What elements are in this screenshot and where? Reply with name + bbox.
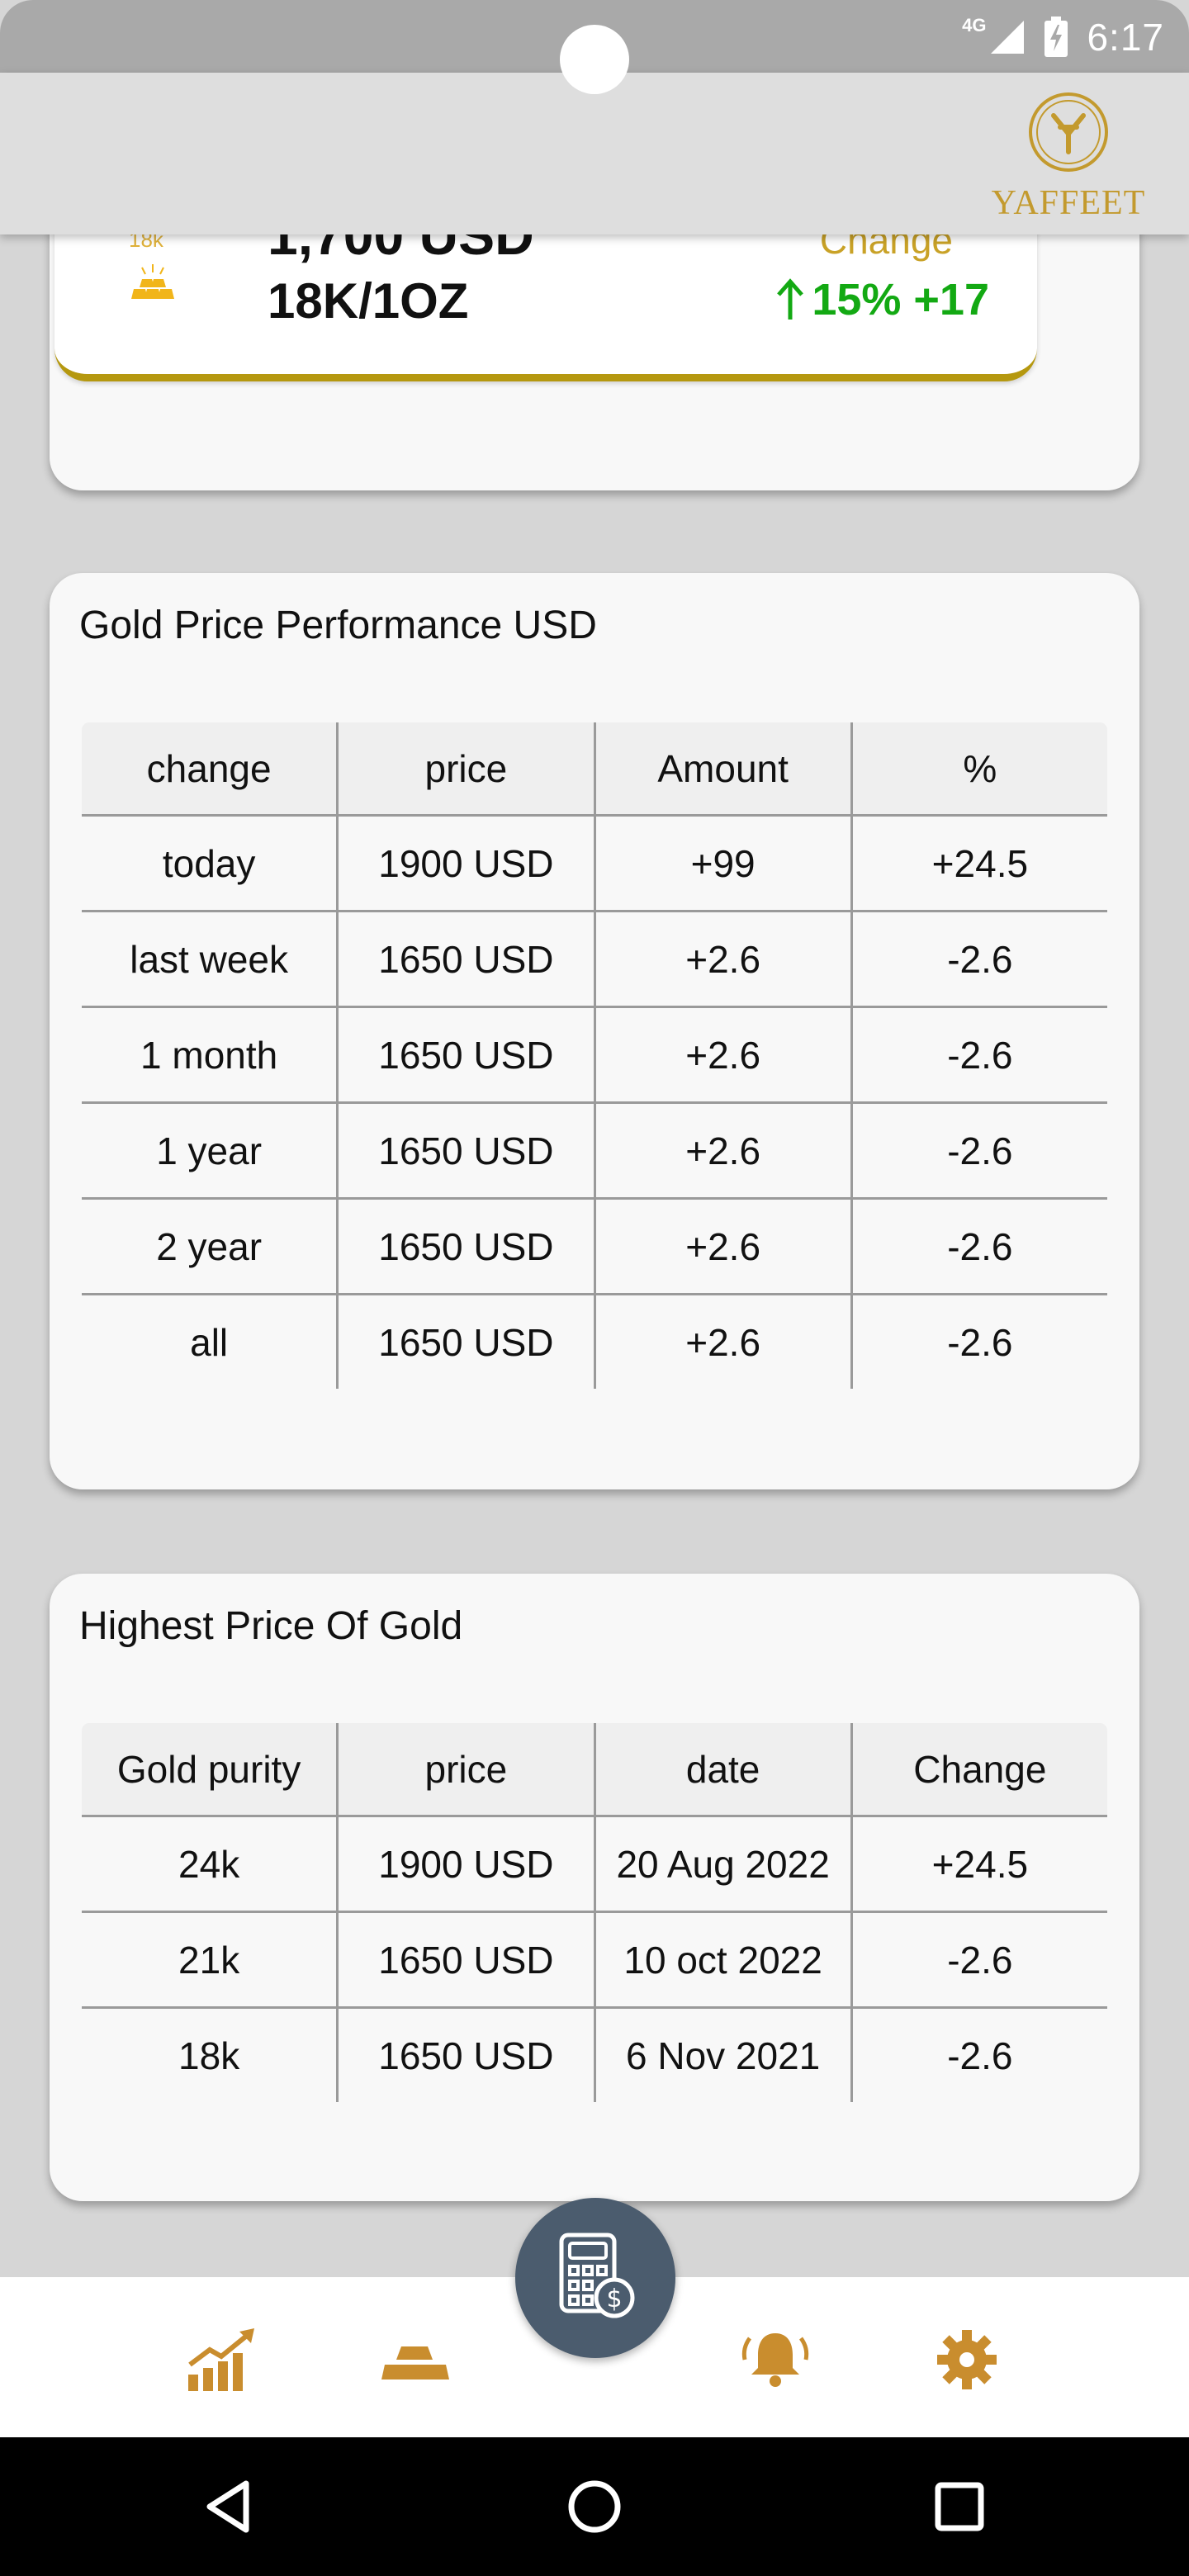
change-cell: -2.6 [850, 2006, 1107, 2102]
column-header: Change [850, 1723, 1107, 1817]
period-cell: last week [82, 910, 339, 1008]
column-header: price [336, 722, 596, 817]
calculator-icon: $ [559, 2233, 635, 2318]
performance-title: Gold Price Performance USD [79, 604, 597, 647]
purity-cell: 21k [82, 1911, 339, 2009]
nav-alerts-button[interactable] [738, 2327, 812, 2393]
amount-cell: +99 [593, 814, 853, 912]
percent-cell: -2.6 [850, 1006, 1107, 1104]
table-row: last week 1650 USD +2.6 -2.6 [82, 910, 1107, 1008]
amount-cell: +2.6 [593, 1006, 853, 1104]
home-icon[interactable] [561, 2474, 628, 2540]
nav-gold-button[interactable] [378, 2327, 452, 2393]
signal-icon [991, 21, 1025, 54]
table-row: 21k 1650 USD 10 oct 2022 -2.6 [82, 1911, 1107, 2009]
chart-icon [188, 2328, 254, 2391]
gold-bars-icon [381, 2346, 449, 2379]
brand-name: YAFFEET [991, 184, 1146, 222]
change-amount: 15% +17 [812, 275, 989, 324]
purity-cell: 24k [82, 1815, 339, 1913]
column-header: Amount [593, 722, 853, 817]
gear-icon [937, 2330, 997, 2389]
performance-card: Gold Price Performance USD change price … [50, 573, 1139, 1489]
brand-logo[interactable]: YAFFEET [969, 91, 1168, 223]
highest-title: Highest Price Of Gold [79, 1604, 463, 1648]
price-cell: 1900 USD [336, 1815, 596, 1913]
table-header-row: Gold purity price date Change [82, 1723, 1107, 1817]
date-cell: 20 Aug 2022 [593, 1815, 853, 1913]
period-cell: today [82, 814, 339, 912]
nav-settings-button[interactable] [930, 2327, 1004, 2393]
percent-cell: -2.6 [850, 1197, 1107, 1295]
table-row: 1 month 1650 USD +2.6 -2.6 [82, 1006, 1107, 1104]
price-cell: 1650 USD [336, 1293, 596, 1389]
amount-cell: +2.6 [593, 1197, 853, 1295]
arrow-up-icon [777, 278, 804, 320]
table-row: 2 year 1650 USD +2.6 -2.6 [82, 1197, 1107, 1295]
date-cell: 6 Nov 2021 [593, 2006, 853, 2102]
date-cell: 10 oct 2022 [593, 1911, 853, 2009]
back-icon[interactable] [198, 2474, 264, 2540]
gold-bars-icon [131, 264, 174, 299]
amount-cell: +2.6 [593, 1293, 853, 1389]
price-cell: 1650 USD [336, 2006, 596, 2102]
column-header: date [593, 1723, 853, 1817]
period-cell: 1 year [82, 1101, 339, 1200]
price-cell: 1650 USD [336, 1197, 596, 1295]
purity-cell: 18k [82, 2006, 339, 2102]
svg-text:$: $ [606, 2285, 622, 2313]
recent-apps-icon[interactable] [926, 2474, 992, 2540]
highest-price-card: Highest Price Of Gold Gold purity price … [50, 1574, 1139, 2201]
logo-mark-icon [1029, 92, 1108, 172]
percent-cell: -2.6 [850, 1293, 1107, 1389]
change-cell: +24.5 [850, 1815, 1107, 1913]
price-cell: 1650 USD [336, 1911, 596, 2009]
amount-cell: +2.6 [593, 910, 853, 1008]
table-row: 24k 1900 USD 20 Aug 2022 +24.5 [82, 1815, 1107, 1913]
price-unit: 18K/1OZ [268, 273, 469, 329]
percent-cell: -2.6 [850, 910, 1107, 1008]
percent-cell: +24.5 [850, 814, 1107, 912]
table-row: 1 year 1650 USD +2.6 -2.6 [82, 1101, 1107, 1200]
calculator-fab-button[interactable]: $ [515, 2198, 675, 2358]
period-cell: 2 year [82, 1197, 339, 1295]
price-cell: 1650 USD [336, 1101, 596, 1200]
table-row: 18k 1650 USD 6 Nov 2021 -2.6 [82, 2006, 1107, 2102]
price-cell: 1650 USD [336, 1006, 596, 1104]
change-cell: -2.6 [850, 1911, 1107, 2009]
table-row: today 1900 USD +99 +24.5 [82, 814, 1107, 912]
clock: 6:17 [1087, 16, 1164, 59]
amount-cell: +2.6 [593, 1101, 853, 1200]
column-header: Gold purity [82, 1723, 339, 1817]
period-cell: all [82, 1293, 339, 1389]
column-header: % [850, 722, 1107, 817]
system-navigation-bar [0, 2437, 1189, 2576]
table-row: all 1650 USD +2.6 -2.6 [82, 1293, 1107, 1389]
nav-chart-button[interactable] [185, 2327, 259, 2393]
change-value: 15% +17 [774, 274, 989, 325]
column-header: price [336, 1723, 596, 1817]
bell-icon [741, 2333, 809, 2387]
performance-table: change price Amount % today 1900 USD +99… [79, 720, 1110, 1391]
price-cell: 1900 USD [336, 814, 596, 912]
column-header: change [82, 722, 339, 817]
camera-notch [560, 25, 629, 94]
percent-cell: -2.6 [850, 1101, 1107, 1200]
network-type: 4G [962, 15, 987, 36]
table-header-row: change price Amount % [82, 722, 1107, 817]
top-app-bar: YAFFEET [0, 73, 1189, 234]
price-cell: 1650 USD [336, 910, 596, 1008]
battery-icon [1045, 17, 1068, 57]
period-cell: 1 month [82, 1006, 339, 1104]
highest-table: Gold purity price date Change 24k 1900 U… [79, 1721, 1110, 2105]
